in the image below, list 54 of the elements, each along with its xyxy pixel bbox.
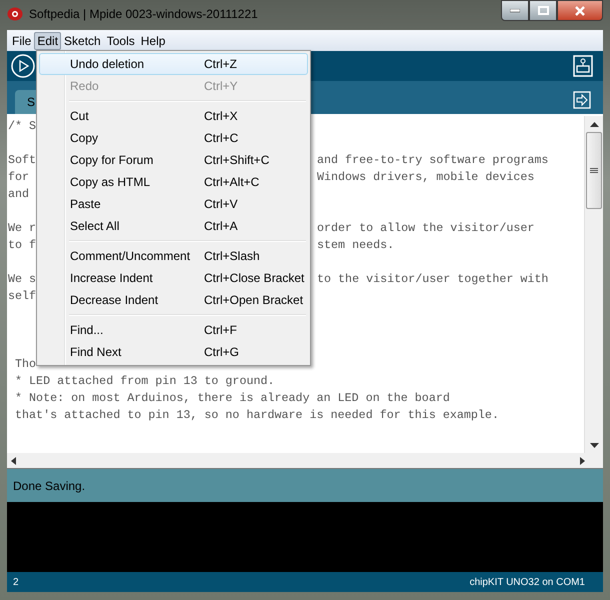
menu-entry[interactable]: Comment/Uncomment Ctrl+Slash [39,245,308,267]
scroll-left-arrow-icon[interactable] [11,456,16,464]
close-icon [574,6,586,16]
scroll-down-arrow-icon[interactable] [590,443,598,449]
scroll-up-arrow-icon[interactable] [590,122,598,128]
code-text: to the visitor/user together with [317,271,548,288]
play-icon[interactable] [11,54,35,78]
menu-entry[interactable]: Copy Ctrl+C [39,127,308,149]
code-text: Windows drivers, mobile devices [317,169,534,186]
vertical-scrollbar[interactable] [584,116,603,453]
board-info: chipKIT UNO32 on COM1 [470,576,585,588]
code-text: We r [8,221,36,235]
menu-entry[interactable]: Copy as HTML Ctrl+Alt+C [39,171,308,193]
status-message: Done Saving. [7,469,603,502]
scroll-right-arrow-icon[interactable] [580,456,585,464]
maximize-button[interactable] [529,0,557,21]
scrollbar-thumb[interactable] [586,132,602,209]
code-text: stem needs. [317,237,394,254]
code-text: that's attached to pin 13, so no hardware is needed for this example. [14,407,499,424]
code-text: order to allow the visitor/user [317,220,534,237]
code-text: Soft [8,153,36,167]
code-text: and free-to-try software programs [317,152,548,169]
menu-entry[interactable]: Undo deletion Ctrl+Z [39,53,308,75]
code-text: * Note: on most Arduinos, there is already an LED on the board [14,390,450,407]
menu-entry[interactable]: Find Next Ctrl+G [39,341,308,363]
app-icon [7,7,23,21]
menu-entry[interactable]: Decrease Indent Ctrl+Open Bracket [39,289,308,311]
menu-item[interactable]: Help [138,32,168,50]
code-text: We s [8,272,36,286]
code-text: /* S [8,118,36,135]
close-button[interactable] [557,0,603,21]
minimize-button[interactable] [501,0,529,21]
menu-item[interactable]: Edit [34,32,62,50]
menu-item[interactable]: Sketch [61,32,104,50]
menu-entry[interactable]: Find... Ctrl+F [39,319,308,341]
menu-entry[interactable]: Paste Ctrl+V [39,193,308,215]
code-text: to f [8,238,36,252]
menu-entry[interactable]: Increase Indent Ctrl+Close Bracket [39,267,308,289]
grip-icon [590,168,598,174]
horizontal-scrollbar[interactable] [7,453,603,469]
window-title: Softpedia | Mpide 0023-windows-20111221 [29,7,258,21]
code-text: self [8,288,36,305]
line-number: 2 [13,576,19,588]
code-text: Tho [14,356,36,373]
menu-entry[interactable]: Select All Ctrl+A [39,215,308,237]
code-text: and [8,186,30,203]
code-text: * LED attached from pin 13 to ground. [14,373,275,390]
maximize-icon [538,6,548,15]
menu-item[interactable]: Tools [104,32,138,50]
serial-monitor-icon[interactable] [573,55,593,77]
minimize-icon [510,8,520,12]
menu-item[interactable]: File [9,32,34,50]
code-text: for [8,170,30,184]
menu-entry[interactable]: Copy for Forum Ctrl+Shift+C [39,149,308,171]
